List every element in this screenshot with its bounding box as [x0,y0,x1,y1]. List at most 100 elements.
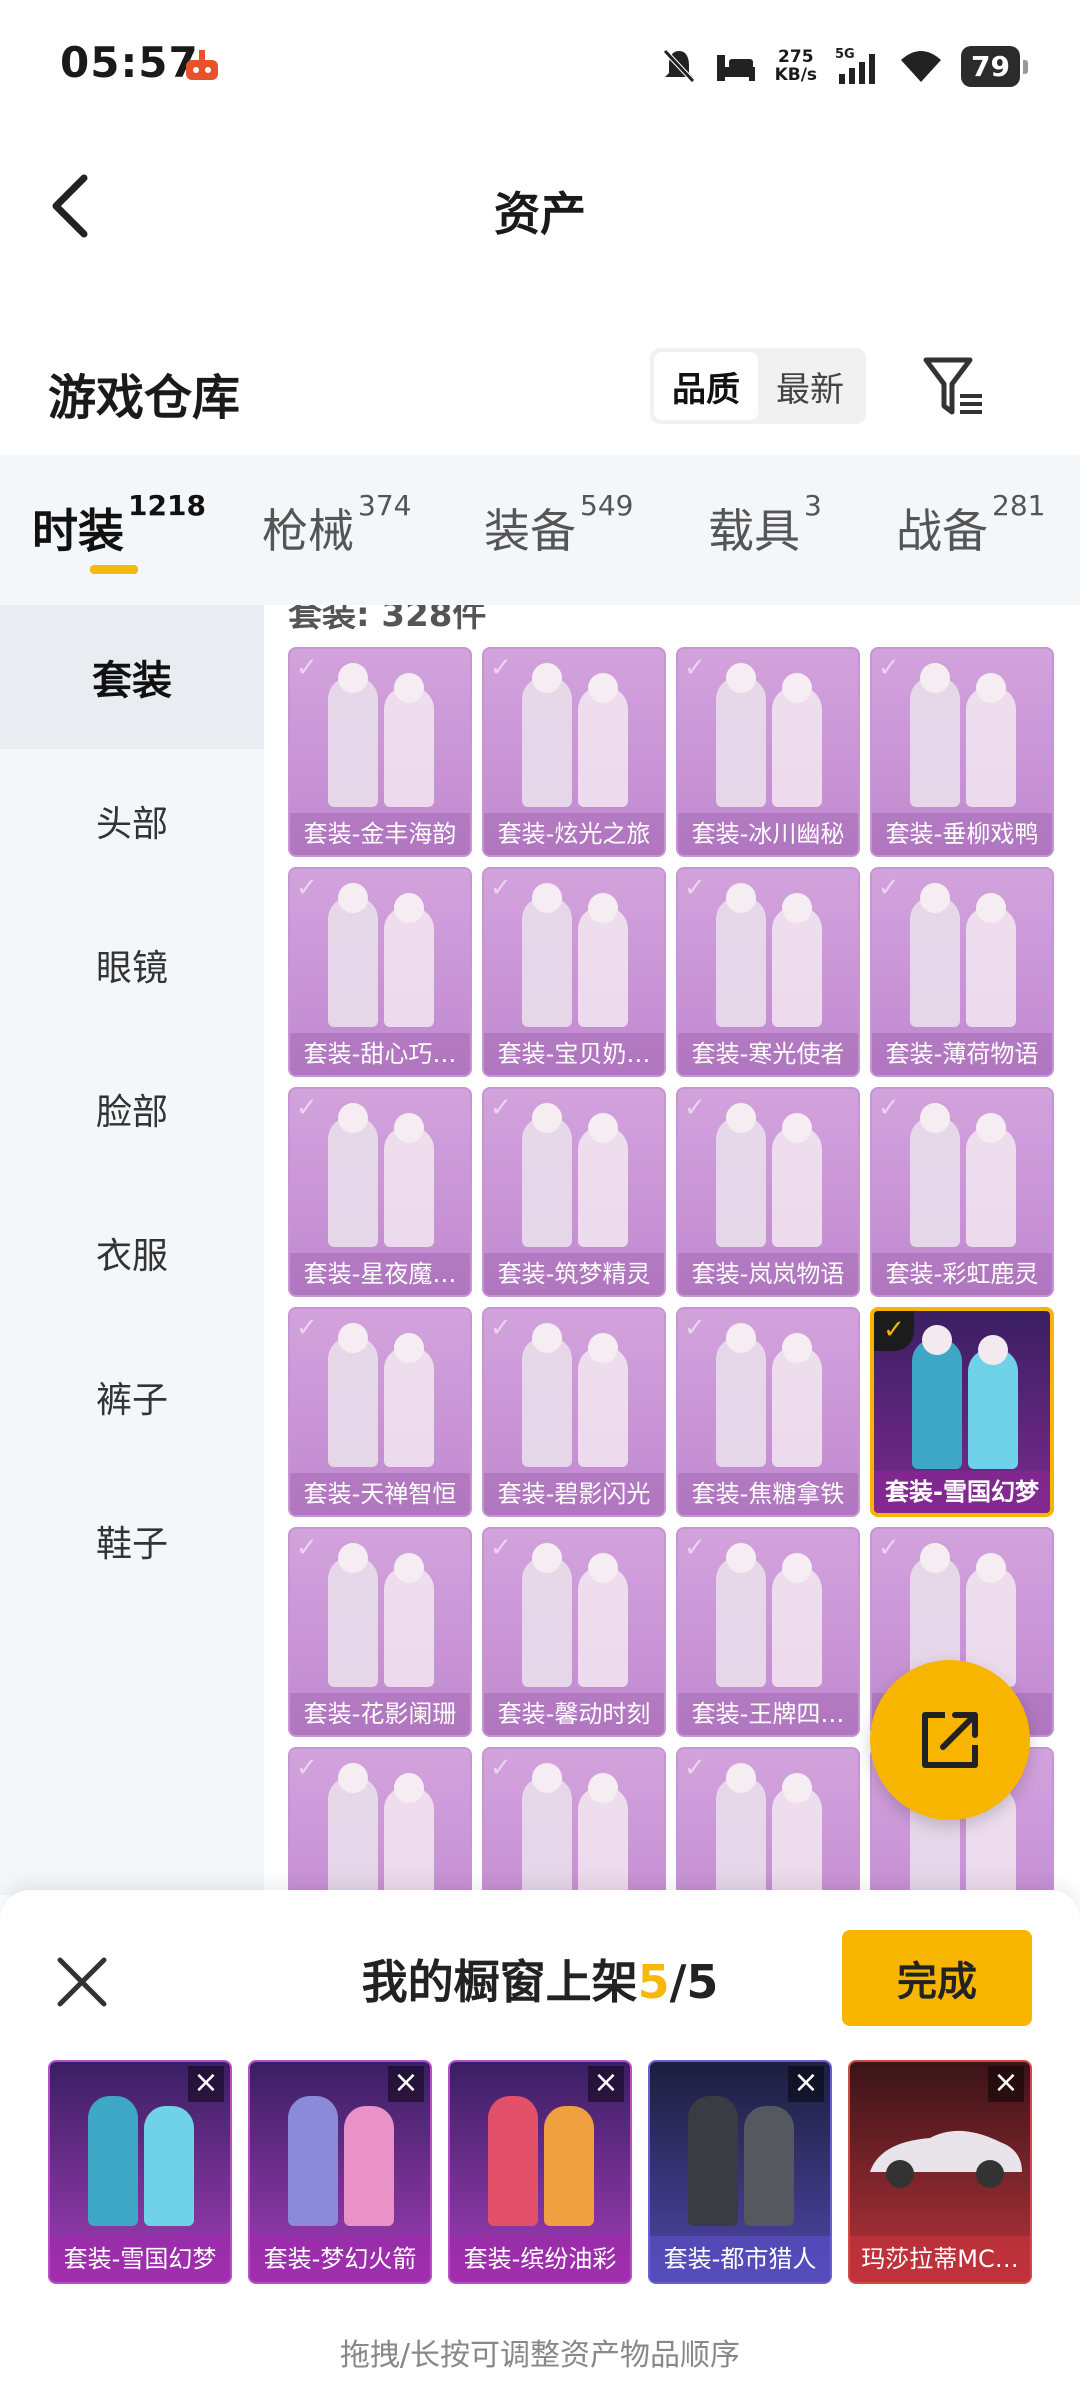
item-card[interactable]: ✓ [676,1747,860,1895]
showcase-slot[interactable]: × 套装-都市猎人 [648,2060,832,2284]
item-label: 套装-彩虹鹿灵 [872,1253,1052,1295]
tab-supplies[interactable]: 战备 281 [896,489,1045,561]
category-tabs: 时装 1218 枪械 374 装备 549 载具 3 战备 281 [0,455,1080,605]
item-thumbnail [514,1543,638,1687]
check-icon: ✓ [878,1533,900,1563]
check-icon: ✓ [490,1533,512,1563]
slot-label: 套装-都市猎人 [650,2236,830,2282]
sort-newest-button[interactable]: 最新 [758,352,862,420]
item-card[interactable]: ✓ 套装-王牌四… [676,1527,860,1737]
status-icons: 275 KB/s 5G 79 [661,40,1028,92]
remove-icon[interactable]: × [188,2066,224,2102]
remove-icon[interactable]: × [588,2066,624,2102]
item-label: 套装-垂柳戏鸭 [872,813,1052,855]
slot-label: 套装-梦幻火箭 [250,2236,430,2282]
item-card[interactable]: ✓ 套装-彩虹鹿灵 [870,1087,1054,1297]
item-label: 套装-寒光使者 [678,1033,858,1075]
remove-icon[interactable]: × [788,2066,824,2102]
sidebar-item-clothes[interactable]: 衣服 [0,1181,264,1325]
showcase-slot[interactable]: × 玛莎拉蒂MC… [848,2060,1032,2284]
sort-quality-button[interactable]: 品质 [654,352,758,420]
item-card[interactable]: ✓ 套装-碧影闪光 [482,1307,666,1517]
showcase-slot[interactable]: × 套装-梦幻火箭 [248,2060,432,2284]
showcase-sheet: 我的橱窗上架5/5 完成 × 套装-雪国幻梦 × 套装-梦幻火箭 × 套装-缤纷… [0,1890,1080,2400]
item-label: 套装-碧影闪光 [484,1473,664,1515]
item-thumbnail [514,1323,638,1467]
item-card[interactable]: ✓ 套装-薄荷物语 [870,867,1054,1077]
item-label: 套装-雪国幻梦 [874,1471,1050,1513]
item-card[interactable]: ✓ [482,1747,666,1895]
item-card[interactable]: ✓ 套装-雪国幻梦 [870,1307,1054,1517]
item-card[interactable]: ✓ 套装-金丰海韵 [288,647,472,857]
item-thumbnail [320,1763,444,1895]
item-card[interactable]: ✓ 套装-馨动时刻 [482,1527,666,1737]
sidebar-item-pants[interactable]: 裤子 [0,1325,264,1469]
item-label: 套装-薄荷物语 [872,1033,1052,1075]
item-thumbnail [708,1323,832,1467]
reorder-hint: 拖拽/长按可调整资产物品顺序 [339,2338,741,2373]
check-icon: ✓ [684,1533,706,1563]
item-card[interactable]: ✓ 套装-筑梦精灵 [482,1087,666,1297]
tab-guns[interactable]: 枪械 374 [262,489,411,561]
item-card[interactable]: ✓ 套装-焦糖拿铁 [676,1307,860,1517]
sidebar-item-shoes[interactable]: 鞋子 [0,1469,264,1613]
check-icon: ✓ [878,653,900,683]
done-button[interactable]: 完成 [842,1930,1032,2026]
item-card[interactable]: ✓ 套装-宝贝奶… [482,867,666,1077]
item-card[interactable]: ✓ 套装-炫光之旅 [482,647,666,857]
item-card[interactable]: ✓ 套装-寒光使者 [676,867,860,1077]
sleep-icon [716,55,755,81]
sidebar-item-head[interactable]: 头部 [0,749,264,893]
tab-vehicles[interactable]: 载具 3 [708,489,822,561]
item-card[interactable]: ✓ 套装-岚岚物语 [676,1087,860,1297]
item-label: 套装-宝贝奶… [484,1033,664,1075]
tab-fashion[interactable]: 时装 1218 [32,489,206,561]
remove-icon[interactable]: × [388,2066,424,2102]
status-time: 05:57 [60,38,199,87]
sidebar: 套装 头部 眼镜 脸部 衣服 裤子 鞋子 [0,605,264,1895]
sidebar-item-face[interactable]: 脸部 [0,1037,264,1181]
slot-label: 套装-雪国幻梦 [50,2236,230,2282]
item-thumbnail [902,663,1026,807]
check-icon: ✓ [296,653,318,683]
remove-icon[interactable]: × [988,2066,1024,2102]
item-label: 套装-星夜魔… [290,1253,470,1295]
check-icon: ✓ [684,873,706,903]
item-thumbnail [514,1103,638,1247]
check-icon: ✓ [490,1313,512,1343]
item-label: 套装-焦糖拿铁 [678,1473,858,1515]
showcase-slot[interactable]: × 套装-缤纷油彩 [448,2060,632,2284]
check-icon: ✓ [684,653,706,683]
item-thumbnail [708,883,832,1027]
close-icon[interactable] [50,1950,114,2014]
check-icon: ✓ [684,1093,706,1123]
item-card[interactable]: ✓ 套装-天禅智恒 [288,1307,472,1517]
showcase-slot[interactable]: × 套装-雪国幻梦 [48,2060,232,2284]
sidebar-item-glasses[interactable]: 眼镜 [0,893,264,1037]
share-button[interactable] [870,1660,1030,1820]
item-thumbnail [514,663,638,807]
check-icon: ✓ [874,1311,914,1351]
item-thumbnail [320,1103,444,1247]
grid-count-header: 套装: 328件 [288,605,487,635]
item-card[interactable]: ✓ 套装-花影阑珊 [288,1527,472,1737]
item-thumbnail [708,663,832,807]
item-card[interactable]: ✓ 套装-星夜魔… [288,1087,472,1297]
showcase-title: 我的橱窗上架5/5 [361,1955,719,2009]
item-card[interactable]: ✓ 套装-甜心巧… [288,867,472,1077]
svg-text:5G: 5G [835,47,855,62]
check-icon: ✓ [296,1533,318,1563]
filter-icon[interactable] [920,352,990,422]
share-icon [922,1712,978,1768]
tab-equipment[interactable]: 装备 549 [484,489,633,561]
sidebar-item-suit[interactable]: 套装 [0,605,264,749]
check-icon: ✓ [490,653,512,683]
item-thumbnail [320,883,444,1027]
slot-label: 玛莎拉蒂MC… [850,2236,1030,2282]
check-icon: ✓ [878,873,900,903]
item-card[interactable]: ✓ 套装-冰川幽秘 [676,647,860,857]
item-thumbnail [320,663,444,807]
top-nav: 资产 [0,130,1080,280]
item-card[interactable]: ✓ [288,1747,472,1895]
item-card[interactable]: ✓ 套装-垂柳戏鸭 [870,647,1054,857]
